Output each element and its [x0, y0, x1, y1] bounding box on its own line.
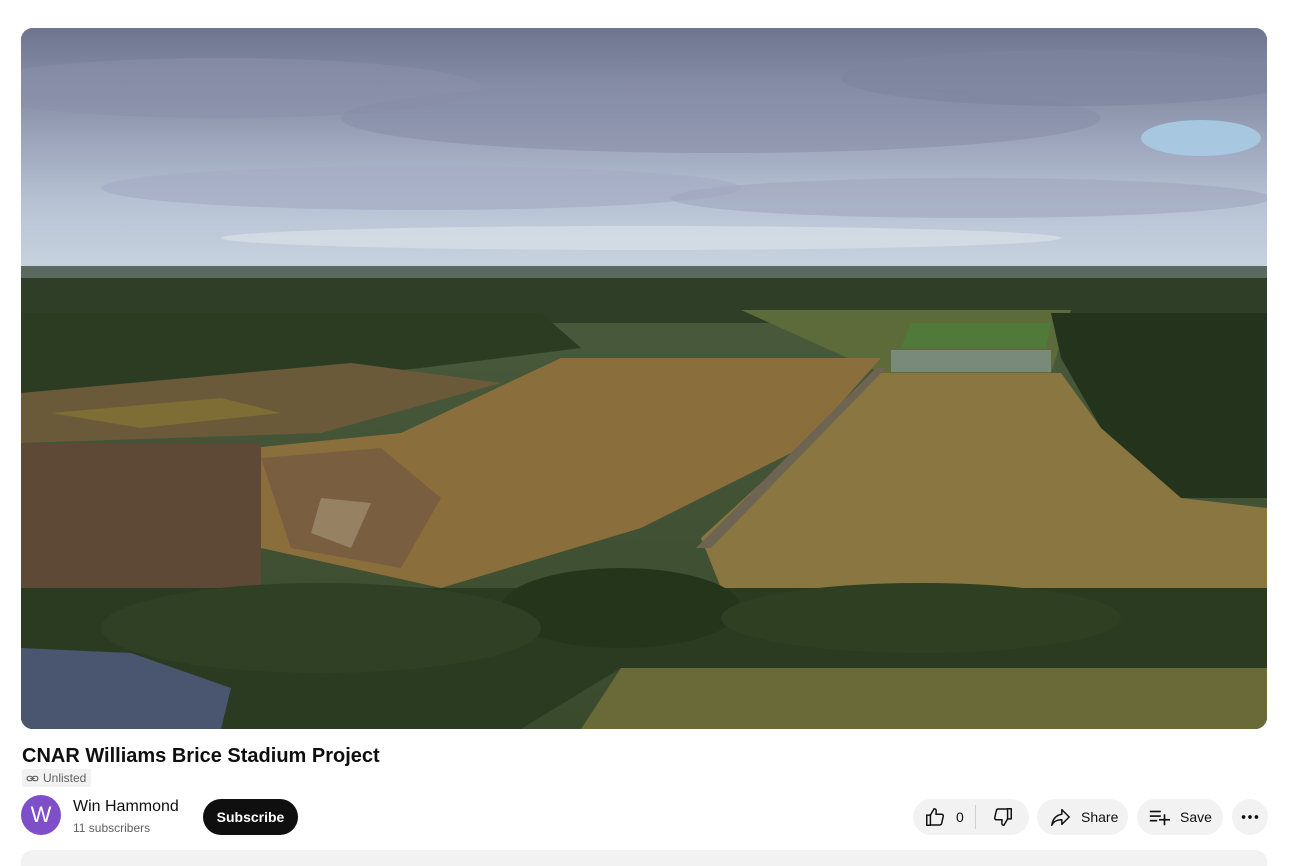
more-horizontal-icon — [1241, 815, 1259, 819]
share-label: Share — [1081, 809, 1119, 825]
share-arrow-icon — [1051, 808, 1070, 826]
like-button[interactable]: 0 — [913, 799, 975, 835]
link-icon — [26, 775, 39, 781]
playlist-add-icon — [1149, 810, 1170, 826]
like-count: 0 — [956, 809, 964, 825]
video-title: CNAR Williams Brice Stadium Project — [22, 745, 380, 767]
description-box[interactable] — [21, 850, 1267, 866]
video-player[interactable] — [21, 28, 1267, 729]
visibility-label: Unlisted — [43, 771, 87, 785]
save-button[interactable]: Save — [1137, 799, 1223, 835]
save-label: Save — [1180, 809, 1212, 825]
visibility-badge: Unlisted — [22, 769, 92, 787]
subscribe-button[interactable]: Subscribe — [203, 799, 298, 835]
like-dislike-group: 0 — [913, 799, 1029, 835]
avatar-letter: W — [30, 802, 52, 827]
channel-avatar[interactable]: W — [21, 795, 61, 835]
channel-name[interactable]: Win Hammond — [73, 798, 179, 816]
video-frame — [21, 28, 1267, 729]
share-button[interactable]: Share — [1037, 799, 1128, 835]
thumbs-up-icon — [926, 808, 945, 826]
more-actions-button[interactable] — [1232, 799, 1268, 835]
thumbs-down-icon — [993, 808, 1012, 826]
subscriber-count: 11 subscribers — [73, 821, 151, 835]
dislike-button[interactable] — [976, 799, 1029, 835]
